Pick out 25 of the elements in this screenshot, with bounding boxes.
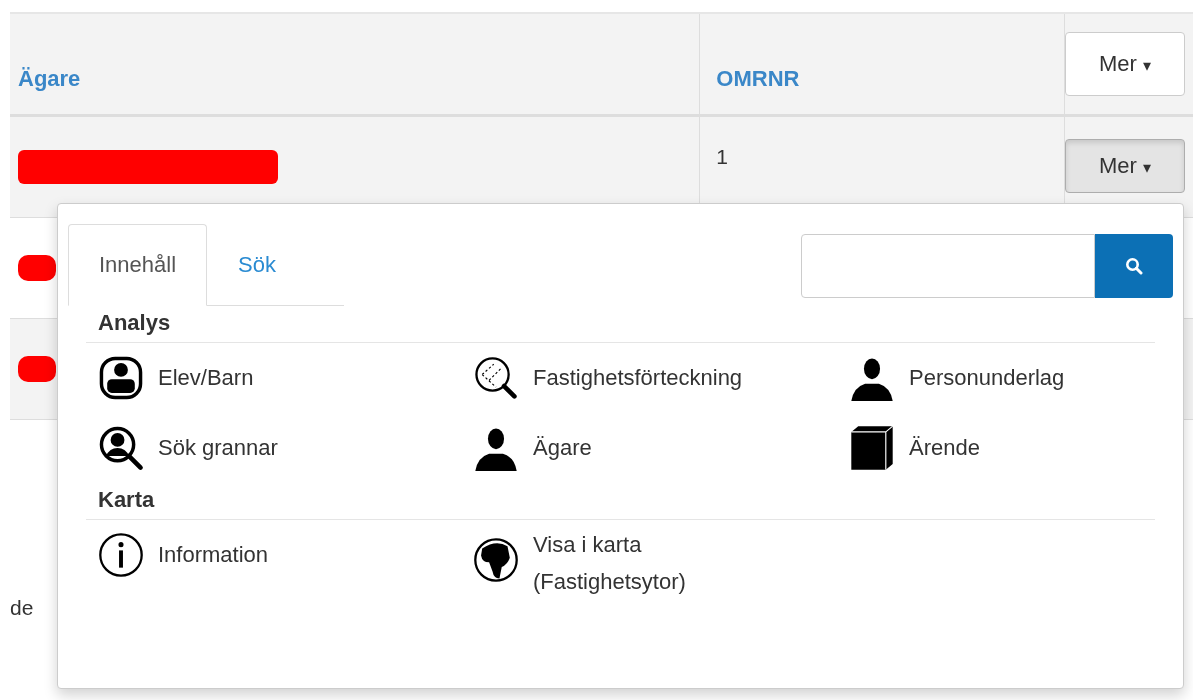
more-button[interactable]: Mer ▾ <box>1065 32 1185 96</box>
search-button[interactable] <box>1095 234 1173 298</box>
menu-item[interactable]: Ärende <box>849 413 1173 483</box>
menu-item[interactable]: Information <box>98 520 473 590</box>
table-cell: de <box>10 596 34 619</box>
table-cell: 1 <box>716 145 729 169</box>
menu-item[interactable]: Sök grannar <box>98 413 473 483</box>
info-icon <box>98 532 144 578</box>
search-icon <box>1125 257 1143 275</box>
tab[interactable]: Innehåll <box>68 224 208 306</box>
person-magnifier-icon <box>98 425 144 471</box>
menu-item[interactable]: Personunderlag <box>849 343 1173 413</box>
magnifier-icon <box>473 355 519 401</box>
tab[interactable]: Sök <box>207 224 307 306</box>
globe-icon <box>473 537 519 584</box>
menu-item[interactable]: Visa i karta (Fastighetsytor) <box>473 520 849 601</box>
search-field[interactable] <box>801 234 1095 298</box>
person-badge-icon <box>98 355 144 401</box>
menu-item[interactable]: Fastighetsförteckning <box>473 343 849 413</box>
section-heading: Karta <box>86 483 1155 520</box>
section-heading: Analys <box>86 306 1155 343</box>
menu-item[interactable]: Ägare <box>473 413 849 483</box>
more-button[interactable]: Mer ▾ <box>1065 139 1185 193</box>
cube-icon <box>849 425 895 471</box>
menu-item[interactable]: Elev/Barn <box>98 343 473 413</box>
